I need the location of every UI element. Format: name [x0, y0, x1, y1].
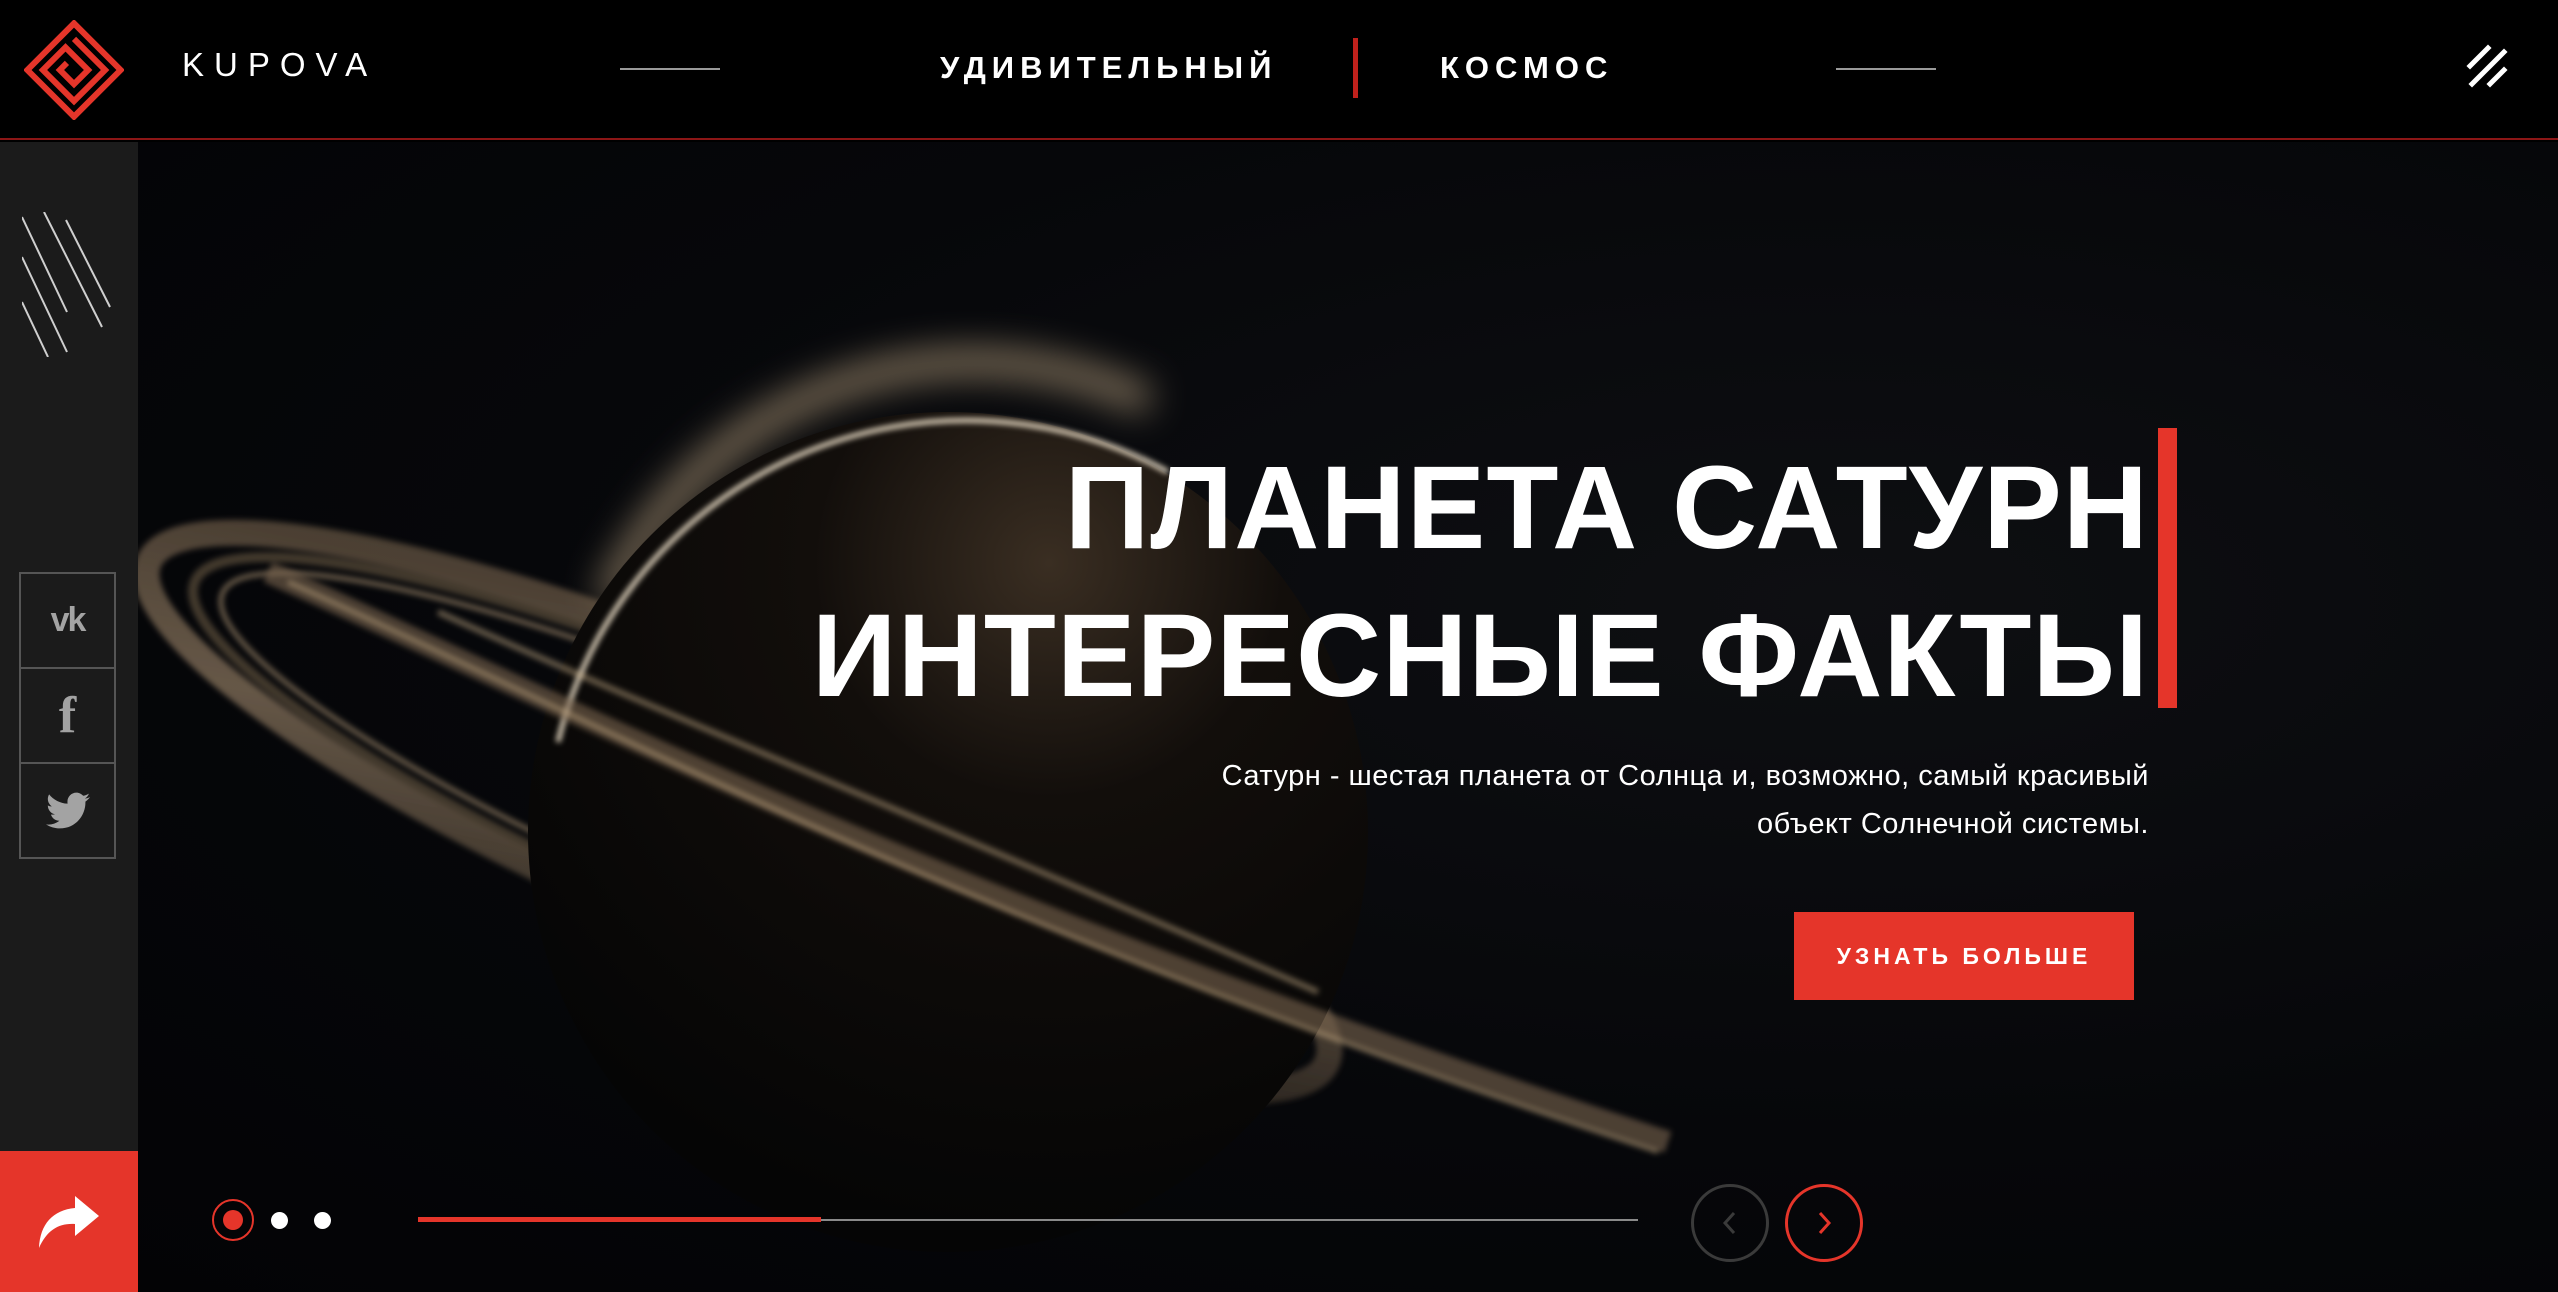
nav-divider: [1353, 38, 1358, 98]
hero-title: ПЛАНЕТА САТУРН ИНТЕРЕСНЫЕ ФАКТЫ: [812, 434, 2149, 730]
next-slide-button[interactable]: [1785, 1184, 1863, 1262]
brand-name[interactable]: KUPOVA: [182, 46, 377, 84]
facebook-link[interactable]: f: [19, 667, 116, 764]
hero-title-line-1: ПЛАНЕТА САТУРН: [1064, 442, 2149, 574]
vk-icon: vk: [50, 601, 87, 639]
chevron-left-icon: [1722, 1211, 1736, 1235]
twitter-link[interactable]: [19, 762, 116, 859]
nav-item-space[interactable]: КОСМОС: [1440, 50, 1613, 86]
chevron-right-icon: [1818, 1211, 1832, 1235]
left-sidebar: vk f: [0, 142, 138, 1292]
slide-dot-1[interactable]: [212, 1199, 254, 1241]
share-button[interactable]: [0, 1151, 138, 1292]
facebook-icon: f: [58, 687, 77, 744]
nav-decor-line-left: [620, 68, 720, 70]
share-arrow-icon: [39, 1195, 99, 1248]
nav-decor-line-right: [1836, 68, 1936, 70]
hero-description-line-2: объект Солнечной системы.: [1756, 808, 2149, 840]
slide-progress-bar: [418, 1217, 1638, 1222]
vk-link[interactable]: vk: [19, 572, 116, 669]
learn-more-button[interactable]: УЗНАТЬ БОЛЬШЕ: [1794, 912, 2134, 1000]
slide-dot-2[interactable]: [271, 1212, 288, 1229]
diamond-maze-logo-icon[interactable]: [24, 20, 124, 120]
decorative-lines-icon: [22, 212, 111, 357]
slide-dot-3[interactable]: [314, 1212, 331, 1229]
hero-section: ПЛАНЕТА САТУРН ИНТЕРЕСНЫЕ ФАКТЫ Сатурн -…: [138, 142, 2558, 1292]
hero-title-line-2: ИНТЕРЕСНЫЕ ФАКТЫ: [811, 590, 2149, 722]
nav-item-amazing[interactable]: УДИВИТЕЛЬНЫЙ: [940, 50, 1277, 86]
site-header: KUPOVA УДИВИТЕЛЬНЫЙ КОСМОС: [0, 0, 2558, 140]
slide-progress-fill: [418, 1217, 821, 1222]
hero-description: Сатурн - шестая планета от Солнца и, воз…: [1149, 752, 2149, 848]
title-accent-bar: [2158, 428, 2177, 708]
menu-icon[interactable]: [2462, 42, 2510, 90]
social-links: vk f: [19, 572, 116, 859]
prev-slide-button[interactable]: [1691, 1184, 1769, 1262]
hero-description-line-1: Сатурн - шестая планета от Солнца и, воз…: [1221, 760, 2149, 792]
twitter-icon: [45, 792, 90, 828]
